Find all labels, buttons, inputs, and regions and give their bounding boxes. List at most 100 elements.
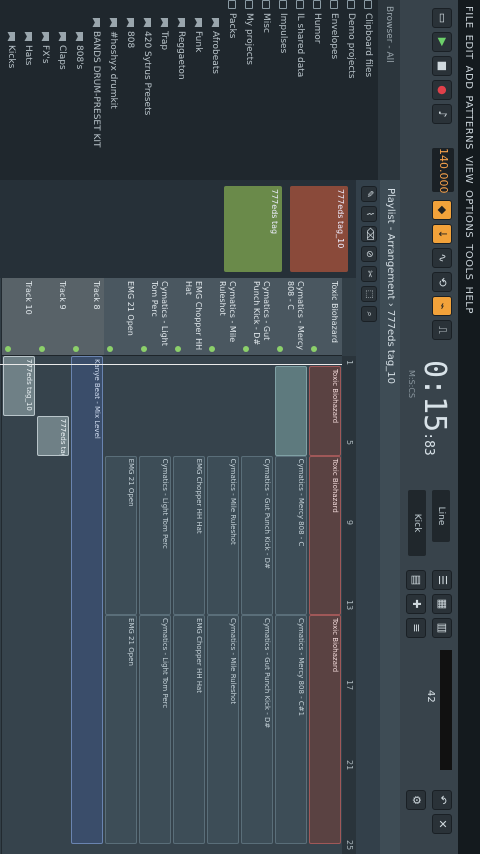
playlist-clip[interactable]: EMG 21 Open xyxy=(105,455,137,615)
browser-icon[interactable]: ▤ xyxy=(406,570,426,590)
track-header[interactable]: Cymatics - Mercy 808 - C xyxy=(274,278,308,356)
browser-item[interactable]: Misc xyxy=(257,0,274,180)
piano-roll-icon[interactable]: ▥ xyxy=(432,618,452,638)
pattern-clip[interactable]: 777eds tag_10 xyxy=(290,186,348,272)
track-lane[interactable]: 777eds tag_10 xyxy=(2,356,36,854)
track-mute-led[interactable] xyxy=(73,346,79,352)
browser-item[interactable]: Kicks xyxy=(2,0,19,180)
track-mute-led[interactable] xyxy=(5,346,11,352)
track-header[interactable]: Track 10 xyxy=(2,278,36,356)
browser-item[interactable]: 808's xyxy=(70,0,87,180)
playlist-clip[interactable]: Cymatics - Mercy 808 - C#1 xyxy=(275,614,307,845)
menu-item-patterns[interactable]: PATTERNS xyxy=(464,95,475,150)
playlist-clip[interactable]: EMG Chopper HH Hat xyxy=(173,455,205,615)
browser-item[interactable]: Funk xyxy=(189,0,206,180)
plugin-picker-icon[interactable]: ✚ xyxy=(406,594,426,614)
wave-icon[interactable]: ∿ xyxy=(432,248,452,268)
track-lane[interactable]: Toxic Biohazard Toxic Biohazard Toxic Bioh… xyxy=(308,356,342,854)
snap-magnet-icon[interactable]: ◆ xyxy=(432,200,452,220)
delete-tool-icon[interactable]: ⌫ xyxy=(361,226,377,242)
channel-rack-icon[interactable]: ▦ xyxy=(432,594,452,614)
menu-item-add[interactable]: ADD xyxy=(464,66,475,90)
pattern-clip[interactable]: 777eds tag xyxy=(224,186,282,272)
select-tool-icon[interactable]: ⬚ xyxy=(361,286,377,302)
undo-icon[interactable]: ↶ xyxy=(432,790,452,810)
browser-item[interactable]: Perc's xyxy=(0,0,2,180)
plug-icon[interactable]: ⎍ xyxy=(432,320,452,340)
track-header[interactable]: EMG Chopper HH Hat xyxy=(172,278,206,356)
menu-item-tools[interactable]: TOOLS xyxy=(464,244,475,280)
browser-item[interactable]: Reggaeton xyxy=(172,0,189,180)
track-header[interactable]: Cymatics - Mile Ruleshot xyxy=(206,278,240,356)
track-lane[interactable]: Cymatics - Mercy 808 - C Cymatics - Mercy… xyxy=(274,356,308,854)
track-mute-led[interactable] xyxy=(277,346,283,352)
browser-header[interactable]: Browser - All xyxy=(378,0,400,180)
playlist-clip[interactable]: Cymatics - Gut Punch Kick - D# xyxy=(241,614,273,845)
snap-selector[interactable]: Line xyxy=(432,490,450,542)
track-header[interactable]: Cymatics - Light Tom Perc xyxy=(138,278,172,356)
track-lane[interactable]: EMG 21 Open EMG 21 Open xyxy=(104,356,138,854)
menu-item-help[interactable]: HELP xyxy=(464,286,475,313)
browser-item[interactable]: Hats xyxy=(19,0,36,180)
playlist-clip[interactable]: Cymatics - Gut Punch Kick - D# xyxy=(241,455,273,615)
close-icon[interactable]: ✕ xyxy=(432,814,452,834)
browser-item[interactable]: Envelopes xyxy=(325,0,342,180)
track-lane[interactable]: EMG Chopper HH Hat EMG Chopper HH Hat xyxy=(172,356,206,854)
track-mute-led[interactable] xyxy=(107,346,113,352)
track-header[interactable]: EMG 21 Open xyxy=(104,278,138,356)
browser-item[interactable]: Impulses xyxy=(274,0,291,180)
mute-tool-icon[interactable]: ⊘ xyxy=(361,246,377,262)
browser-item[interactable]: #hoshyx drumkit xyxy=(104,0,121,180)
playlist-icon[interactable]: ≡ xyxy=(406,618,426,638)
slice-tool-icon[interactable]: ✂ xyxy=(361,266,377,282)
playlist-clip[interactable]: EMG Chopper HH Hat xyxy=(173,614,205,845)
track-header[interactable]: Track 8 xyxy=(70,278,104,356)
settings-icon[interactable]: ⚙ xyxy=(406,790,426,810)
menu-item-view[interactable]: VIEW xyxy=(464,156,475,184)
pattern-song-toggle[interactable]: ▭ xyxy=(432,8,452,28)
playlist-clip[interactable]: Cymatics - Mile Ruleshot xyxy=(207,455,239,615)
playlist-clip[interactable]: Toxic Biohazard xyxy=(309,455,341,615)
menu-item-file[interactable]: FILE xyxy=(464,6,475,29)
playlist-clip[interactable]: 777eds tag xyxy=(37,415,69,456)
pattern-selector[interactable]: Kick xyxy=(408,490,426,556)
browser-item[interactable]: Afrobeats xyxy=(206,0,223,180)
track-header[interactable]: Cymatics - Gut Punch Kick - D# xyxy=(240,278,274,356)
paint-tool-icon[interactable]: ⌇ xyxy=(361,206,377,222)
track-mute-led[interactable] xyxy=(175,346,181,352)
track-lane[interactable]: Cymatics - Mile Ruleshot Cymatics - Mile … xyxy=(206,356,240,854)
down-arrow-icon[interactable]: ↓ xyxy=(432,224,452,244)
track-mute-led[interactable] xyxy=(311,346,317,352)
browser-item[interactable]: Clipboard files xyxy=(359,0,376,180)
track-lane[interactable]: Cymatics - Gut Punch Kick - D# Cymatics -… xyxy=(240,356,274,854)
track-mute-led[interactable] xyxy=(243,346,249,352)
track-mute-led[interactable] xyxy=(39,346,45,352)
menu-item-edit[interactable]: EDIT xyxy=(464,35,475,60)
browser-item[interactable]: FX's xyxy=(36,0,53,180)
playlist-clip[interactable]: Cymatics - Mercy 808 - C xyxy=(275,455,307,615)
track-header[interactable]: Toxic Biohazard xyxy=(308,278,342,356)
track-mute-led[interactable] xyxy=(141,346,147,352)
playlist-clip[interactable]: EMG 21 Open xyxy=(105,614,137,845)
playlist-clip[interactable]: Kanye Beat - Mix Level xyxy=(71,356,103,845)
tempo-display[interactable]: 140.000 xyxy=(432,148,454,194)
playlist-clip[interactable]: Cymatics - Mile Ruleshot xyxy=(207,614,239,845)
browser-item[interactable]: Packs xyxy=(223,0,240,180)
draw-tool-icon[interactable]: ✎ xyxy=(361,186,377,202)
track-mute-led[interactable] xyxy=(209,346,215,352)
playlist-clip[interactable] xyxy=(275,365,307,456)
play-icon[interactable]: ▶ xyxy=(432,32,452,52)
browser-item[interactable]: IL shared data xyxy=(291,0,308,180)
browser-item[interactable]: Demo projects xyxy=(342,0,359,180)
mixer-icon[interactable]: ☰ xyxy=(432,570,452,590)
record-icon[interactable]: ● xyxy=(432,80,452,100)
browser-item[interactable]: My projects xyxy=(240,0,257,180)
track-lane[interactable]: Cymatics - Light Tom Perc Cymatics - Ligh… xyxy=(138,356,172,854)
browser-item[interactable]: Trap xyxy=(155,0,172,180)
stop-icon[interactable]: ■ xyxy=(432,56,452,76)
playlist-clip[interactable]: Cymatics - Light Tom Perc xyxy=(139,614,171,845)
link-icon[interactable]: ⌁ xyxy=(432,296,452,316)
playlist-clip[interactable]: Toxic Biohazard xyxy=(309,365,341,456)
browser-item[interactable]: 420 Sytrus Presets xyxy=(138,0,155,180)
browser-item[interactable]: Claps xyxy=(53,0,70,180)
